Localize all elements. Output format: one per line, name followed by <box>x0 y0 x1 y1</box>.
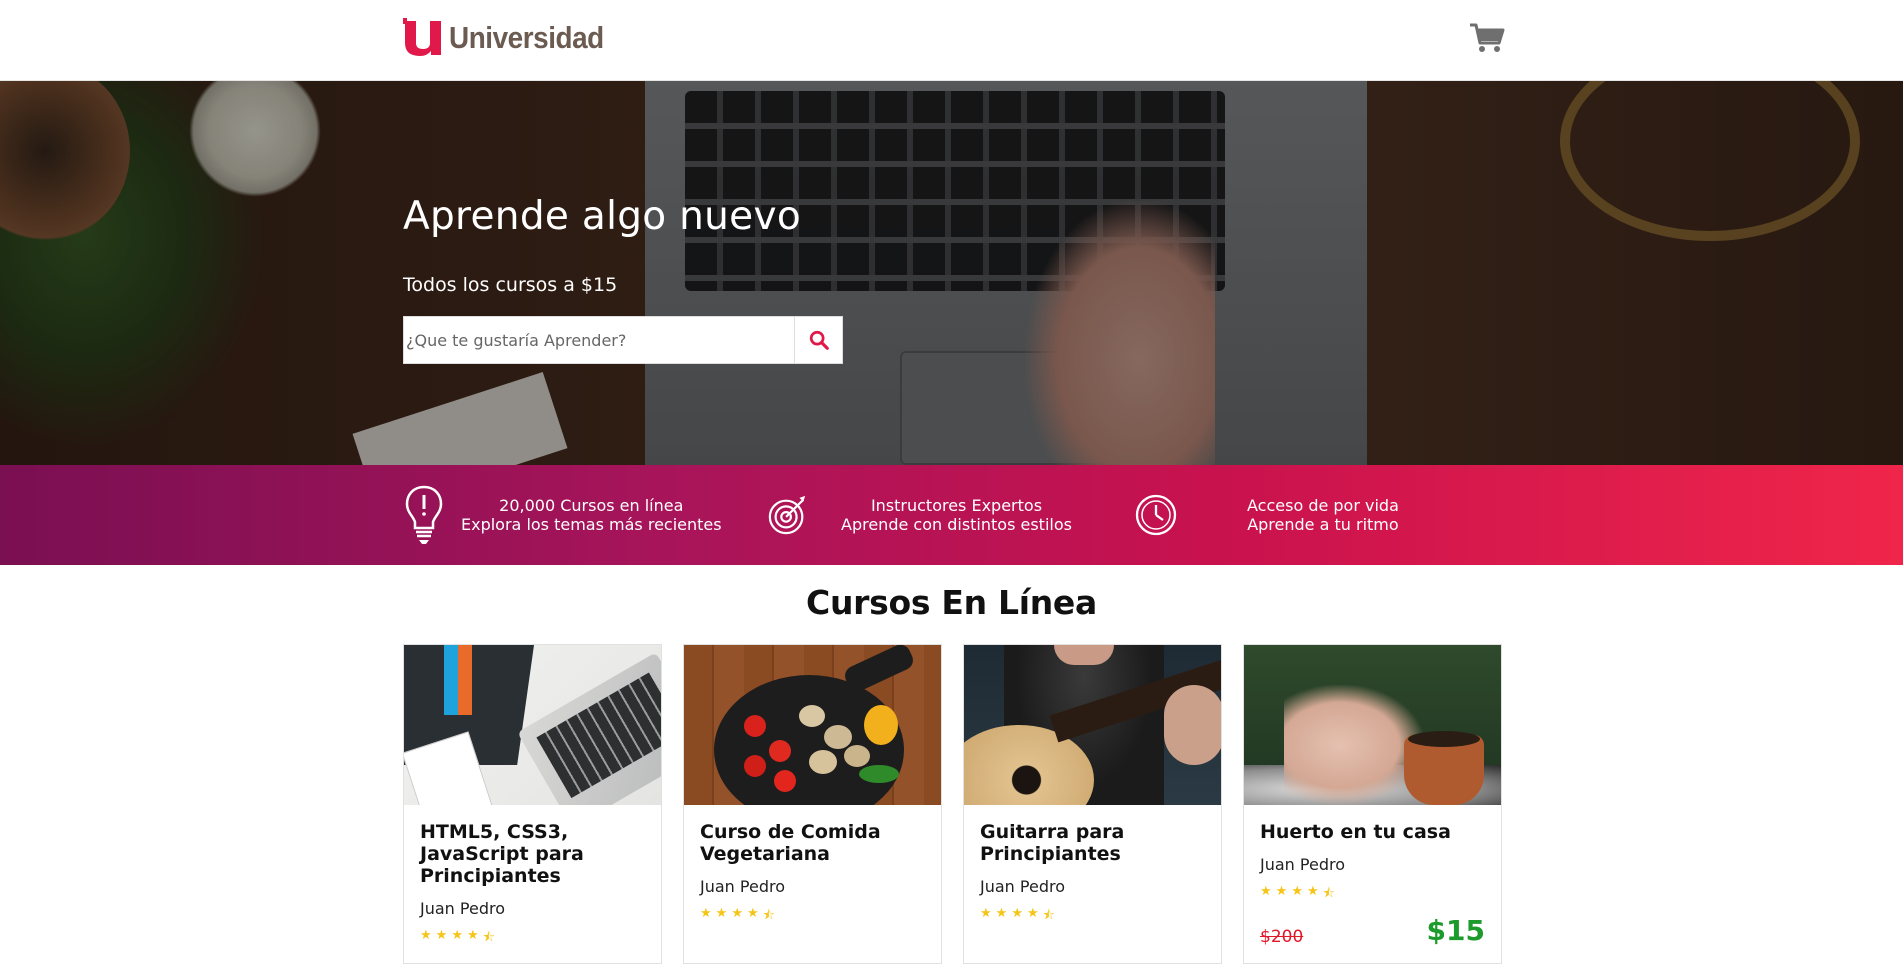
brand-name: Universidad <box>449 20 604 55</box>
star-icon: ★ <box>700 906 712 921</box>
star-icon: ★ <box>435 928 448 943</box>
course-prices: $200 $15 <box>1260 914 1485 947</box>
course-rating: ★ ★ ★ ★ ⯪ <box>1260 884 1485 906</box>
old-price: $200 <box>1260 927 1304 947</box>
course-author: Juan Pedro <box>980 877 1065 896</box>
course-image <box>964 645 1221 805</box>
course-rating: ★ ★ ★ ★ ⯪ <box>980 906 1205 928</box>
feature-courses-line2: Explora los temas más recientes <box>461 515 722 534</box>
course-card[interactable]: Guitarra para Principiantes Juan Pedro ★… <box>963 644 1222 964</box>
course-card[interactable]: HTML5, CSS3, JavaScript para Principiant… <box>403 644 662 964</box>
course-rating: ★ ★ ★ ★ ⯪ <box>420 928 645 950</box>
course-title[interactable]: HTML5, CSS3, JavaScript para Principiant… <box>420 821 645 887</box>
courses-section-title: Cursos En Línea <box>806 583 1097 622</box>
hero-subtitle: Todos los cursos a $15 <box>403 274 618 296</box>
course-card[interactable]: Curso de Comida Vegetariana Juan Pedro ★… <box>683 644 942 964</box>
feature-courses: 20,000 Cursos en línea Explora los temas… <box>403 483 722 547</box>
star-half-icon: ⯪ <box>762 908 775 923</box>
star-half-icon: ⯪ <box>1322 886 1335 901</box>
search-input[interactable] <box>404 317 794 363</box>
features-bar: 20,000 Cursos en línea Explora los temas… <box>0 465 1903 565</box>
shopping-cart-icon[interactable] <box>1469 22 1505 54</box>
star-icon: ★ <box>731 906 743 921</box>
brand-logo[interactable]: Universidad <box>403 18 621 58</box>
star-icon: ★ <box>420 928 432 943</box>
star-icon: ★ <box>715 906 728 921</box>
site-header: Universidad <box>0 0 1903 81</box>
search-button[interactable] <box>794 317 842 363</box>
feature-access-line2: Aprende a tu ritmo <box>1247 515 1399 534</box>
star-icon: ★ <box>1275 884 1288 899</box>
course-author: Juan Pedro <box>1260 855 1345 874</box>
lightbulb-icon <box>403 483 445 547</box>
course-title[interactable]: Guitarra para Principiantes <box>980 821 1205 865</box>
star-icon: ★ <box>1026 906 1039 921</box>
feature-instructors-line1: Instructores Expertos <box>870 496 1043 515</box>
course-card[interactable]: Huerto en tu casa Juan Pedro ★ ★ ★ ★ ⯪ $200 … <box>1243 644 1502 964</box>
star-half-icon: ⯪ <box>482 930 495 945</box>
hero-banner: Aprende algo nuevo Todos los cursos a $1… <box>0 81 1903 465</box>
course-author: Juan Pedro <box>700 877 785 896</box>
logo-u-icon <box>403 18 443 58</box>
target-icon <box>767 483 809 547</box>
star-icon: ★ <box>451 928 463 943</box>
feature-courses-line1: 20,000 Cursos en línea <box>499 496 684 515</box>
star-half-icon: ⯪ <box>1042 908 1055 923</box>
feature-instructors-line2: Aprende con distintos estilos <box>841 515 1072 534</box>
course-image <box>684 645 941 805</box>
star-icon: ★ <box>746 906 759 921</box>
course-author: Juan Pedro <box>420 899 505 918</box>
search-form <box>403 316 843 364</box>
star-icon: ★ <box>995 906 1008 921</box>
star-icon: ★ <box>1306 884 1319 899</box>
star-icon: ★ <box>1260 884 1272 899</box>
new-price: $15 <box>1426 914 1485 947</box>
star-icon: ★ <box>1011 906 1023 921</box>
course-image <box>1244 645 1501 805</box>
course-image <box>404 645 661 805</box>
course-title[interactable]: Curso de Comida Vegetariana <box>700 821 925 865</box>
course-rating: ★ ★ ★ ★ ⯪ <box>700 906 925 928</box>
star-icon: ★ <box>1291 884 1303 899</box>
course-title[interactable]: Huerto en tu casa <box>1260 821 1485 843</box>
feature-instructors: Instructores Expertos Aprende con distin… <box>767 483 1072 547</box>
search-icon <box>809 330 829 350</box>
clock-icon <box>1135 483 1177 547</box>
hero-title: Aprende algo nuevo <box>403 194 801 239</box>
feature-access: Acceso de por vida Aprende a tu ritmo <box>1135 483 1399 547</box>
star-icon: ★ <box>980 906 992 921</box>
star-icon: ★ <box>466 928 479 943</box>
feature-access-line1: Acceso de por vida <box>1247 496 1399 515</box>
